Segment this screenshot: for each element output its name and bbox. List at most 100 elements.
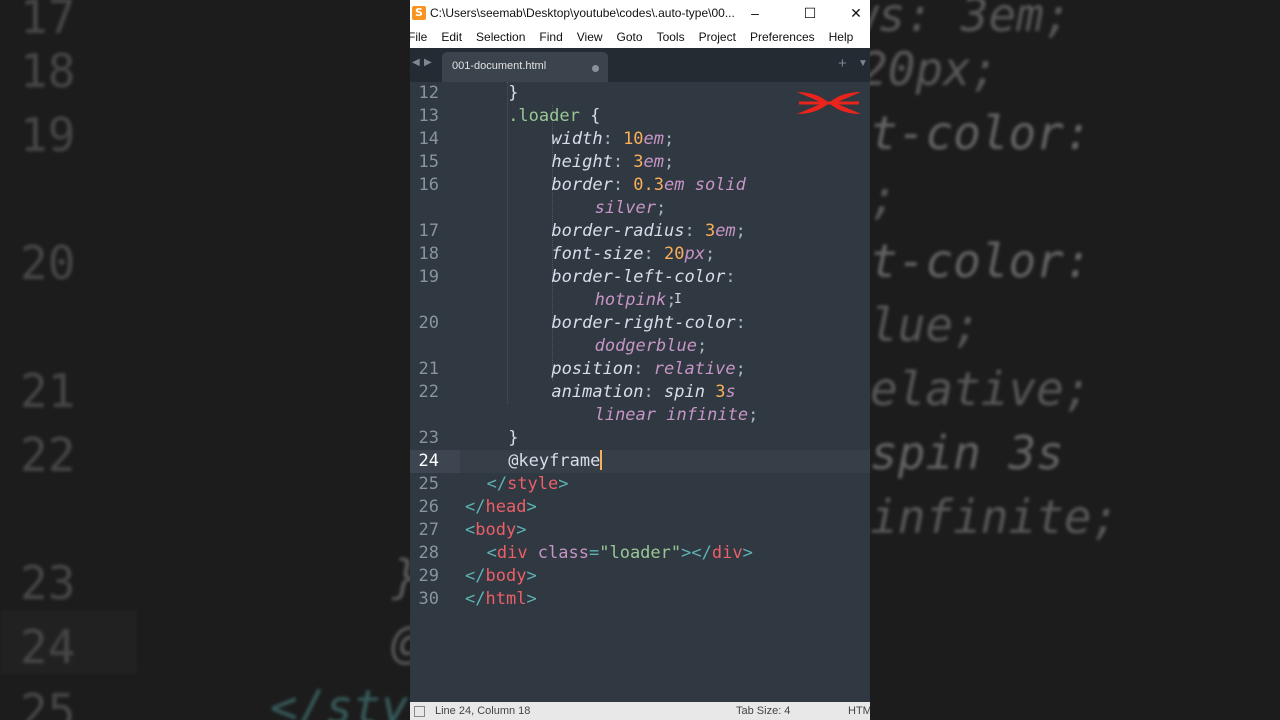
tab-size-indicator[interactable]: Tab Size: 4: [736, 705, 790, 717]
minimize-button[interactable]: –: [732, 0, 778, 26]
background-code: @: [392, 615, 410, 669]
code-token: ;: [656, 198, 667, 218]
background-line-number: 22: [20, 428, 76, 482]
background-line-number: 19: [20, 108, 76, 162]
code-token: 0.3: [633, 175, 665, 195]
code-token: :: [602, 129, 624, 149]
code-token: >: [526, 566, 537, 586]
code-token: dodgerblue: [594, 336, 697, 356]
code-line[interactable]: </html>: [465, 588, 537, 611]
code-token: </: [465, 589, 486, 609]
menu-bar: File Edit Selection Find View Goto Tools…: [410, 26, 870, 48]
code-line[interactable]: hotpink;: [595, 289, 677, 312]
code-line[interactable]: border: 0.3em solid: [551, 174, 746, 197]
menu-project[interactable]: Project: [699, 30, 736, 44]
code-line[interactable]: .loader {: [508, 105, 600, 128]
code-line[interactable]: linear infinite;: [595, 404, 759, 427]
background-left-blur: 1718 19 20 21 22 23 24 25} @ </sty: [0, 0, 410, 720]
syntax-indicator[interactable]: HTM: [848, 705, 870, 717]
background-code: </sty: [270, 680, 409, 720]
code-line[interactable]: </head>: [465, 496, 537, 519]
menu-find[interactable]: Find: [539, 30, 562, 44]
code-line[interactable]: border-right-color:: [551, 312, 745, 335]
code-token: border-left-color: [551, 267, 726, 287]
new-tab-icon[interactable]: +: [838, 55, 847, 72]
code-token: ;: [748, 405, 759, 425]
background-code: t-color:: [870, 106, 1092, 160]
menu-file[interactable]: File: [410, 30, 427, 44]
background-line-number: 17: [20, 0, 76, 44]
code-token: @keyframe: [508, 451, 601, 471]
code-line[interactable]: @keyframe: [508, 450, 603, 473]
menu-edit[interactable]: Edit: [441, 30, 462, 44]
status-bar: Line 24, Column 18 Tab Size: 4 HTM: [410, 702, 870, 720]
code-token: border: [551, 175, 613, 195]
cursor-position[interactable]: Line 24, Column 18: [435, 705, 530, 717]
code-token: relative: [653, 359, 736, 379]
background-line-number: 23: [20, 556, 76, 610]
code-token: em solid: [664, 175, 746, 195]
code-token: {: [579, 106, 601, 126]
code-line[interactable]: width: 10em;: [551, 128, 674, 151]
line-number: 25: [418, 474, 439, 494]
indent-guide: [507, 82, 508, 404]
code-token: font-size: [551, 244, 644, 264]
line-number: 23: [418, 428, 439, 448]
panel-toggle-icon[interactable]: [414, 706, 425, 717]
menu-preferences[interactable]: Preferences: [750, 30, 815, 44]
title-bar[interactable]: S C:\Users\seemab\Desktop\youtube\codes\…: [410, 0, 870, 26]
line-number: 16: [418, 175, 439, 195]
background-code: }: [392, 550, 410, 604]
menu-tools[interactable]: Tools: [657, 30, 685, 44]
code-token: 10: [623, 129, 644, 149]
tab-label: 001-document.html: [452, 60, 547, 72]
code-token: animation: [551, 382, 644, 402]
minimize-icon: –: [751, 5, 759, 21]
code-line[interactable]: position: relative;: [551, 358, 746, 381]
code-editor[interactable]: 12} 13 .loader {14 width: 10em; 15 height: 3e…: [410, 82, 870, 702]
line-number: 14: [418, 129, 439, 149]
line-number: 19: [418, 267, 439, 287]
code-token: position: [551, 359, 634, 379]
code-token: class: [527, 543, 589, 563]
close-button[interactable]: ✕: [833, 0, 870, 26]
code-line[interactable]: dodgerblue;: [595, 335, 708, 358]
menu-selection[interactable]: Selection: [476, 30, 525, 44]
code-line[interactable]: }: [508, 427, 518, 450]
code-token: >: [516, 520, 527, 540]
code-line[interactable]: }: [508, 82, 518, 105]
code-token: }: [508, 428, 519, 448]
tab-next-icon[interactable]: ▶: [424, 57, 432, 68]
line-number: 27: [418, 520, 439, 540]
code-token: </: [486, 474, 508, 494]
menu-help[interactable]: Help: [829, 30, 854, 44]
code-line[interactable]: height: 3em;: [551, 151, 674, 174]
code-line[interactable]: border-radius: 3em;: [551, 220, 746, 243]
unsaved-dot-icon[interactable]: [592, 65, 599, 72]
menu-view[interactable]: View: [577, 30, 603, 44]
code-token: border-radius: [551, 221, 685, 241]
code-line[interactable]: font-size: 20px;: [551, 243, 715, 266]
menu-goto[interactable]: Goto: [617, 30, 643, 44]
background-code: spin 3s: [870, 426, 1064, 480]
code-line[interactable]: </style>: [487, 473, 569, 496]
code-token: style: [507, 474, 559, 494]
code-token: em: [643, 152, 665, 172]
code-token: >: [526, 497, 537, 517]
code-line[interactable]: silver;: [595, 197, 667, 220]
code-line[interactable]: </body>: [465, 565, 537, 588]
maximize-button[interactable]: ☐: [787, 0, 833, 26]
tab-001-document[interactable]: 001-document.html: [442, 52, 608, 82]
code-line[interactable]: border-left-color:: [551, 266, 735, 289]
code-token: spin: [664, 382, 716, 402]
code-token: :: [633, 359, 654, 379]
tab-prev-icon[interactable]: ◀: [412, 57, 420, 68]
code-line[interactable]: <div class="loader"></div>: [487, 542, 753, 565]
code-line[interactable]: animation: spin 3s: [551, 381, 735, 404]
tab-dropdown-icon[interactable]: ▼: [858, 58, 868, 69]
code-token: :: [612, 175, 634, 195]
code-token: ></: [681, 543, 712, 563]
code-token: div: [711, 543, 743, 563]
code-line[interactable]: <body>: [465, 519, 526, 542]
code-token: </: [465, 497, 486, 517]
